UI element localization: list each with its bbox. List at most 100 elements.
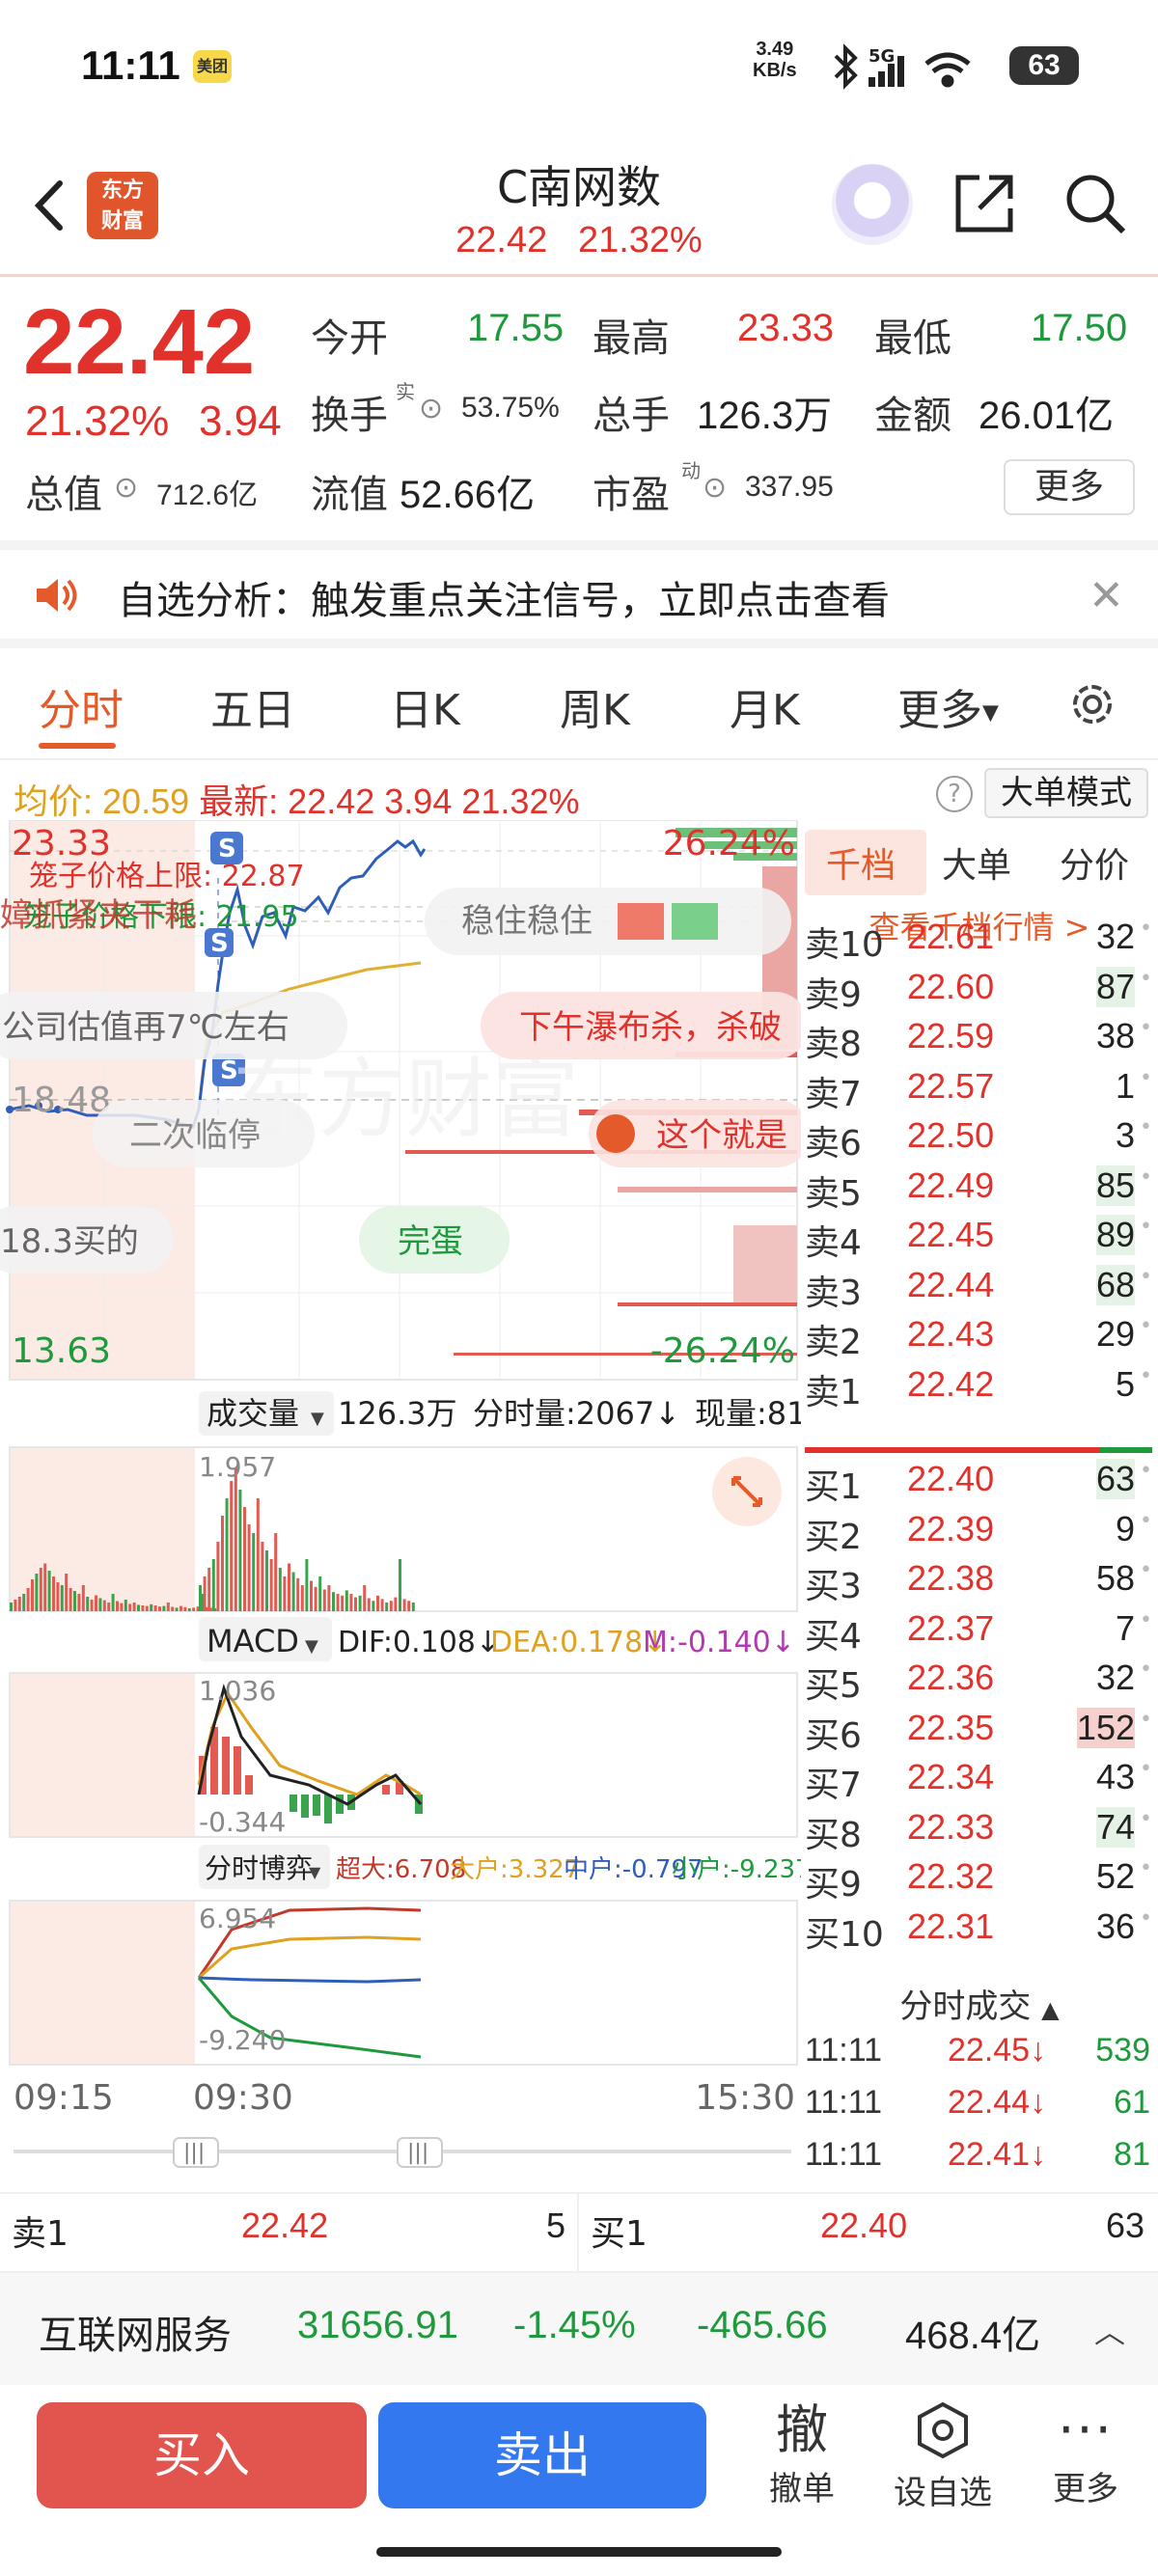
tab-daily-k[interactable]: 日K [390, 675, 460, 737]
volume-bar [145, 1605, 149, 1611]
flow-mid-line [198, 1976, 422, 1984]
add-watchlist-button[interactable]: 设自选 [880, 2398, 1006, 2513]
search-icon[interactable] [1062, 170, 1129, 237]
buy-row[interactable]: 买4 22.37 7 • [801, 1608, 1158, 1658]
time-end-label: 15:30 [695, 2078, 795, 2118]
buy-row[interactable]: 买1 22.40 63 • [801, 1459, 1158, 1509]
help-icon[interactable]: ? [936, 776, 973, 812]
sell-label: 卖1 [805, 1372, 862, 1412]
dot-icon: • [1140, 1806, 1152, 1831]
volume-bar [77, 1594, 81, 1611]
svg-text:现量:81: 现量:81 [695, 1395, 801, 1432]
danmaku-1: 稳住稳住 [461, 902, 593, 941]
network-type: 5G [868, 46, 895, 67]
sell-row[interactable]: 卖3 22.44 68 • [801, 1264, 1158, 1315]
sell-row[interactable]: 卖2 22.43 29 • [801, 1314, 1158, 1364]
volume-bar [207, 1568, 211, 1611]
chevron-up-icon[interactable]: ︿ [1094, 2308, 1125, 2352]
info-dot-icon[interactable]: ⊙ [419, 392, 443, 425]
more-actions-button[interactable]: ··· 更多 [1023, 2398, 1148, 2509]
sell-row[interactable]: 卖5 22.49 85 • [801, 1165, 1158, 1216]
dot-icon: • [1140, 1658, 1152, 1682]
tick-rows: 11:11 22.45↓ 539 11:11 22.44↓ 61 11:11 22.… [801, 2032, 1158, 2192]
buy-volume: 58 [1095, 1558, 1135, 1598]
cancel-order-label: 撤单 [769, 2470, 835, 2508]
tab-weekly-k[interactable]: 周K [560, 675, 630, 737]
sell-row[interactable]: 卖10 22.61 32 • [801, 917, 1158, 967]
buy-label: 买9 [805, 1865, 862, 1905]
sell-row[interactable]: 卖9 22.60 87 • [801, 966, 1158, 1017]
volume-bar [402, 1599, 406, 1611]
buy-row[interactable]: 买9 22.32 52 • [801, 1856, 1158, 1906]
buy-row[interactable]: 买10 22.31 36 • [801, 1906, 1158, 1957]
buy-row[interactable]: 买6 22.35 152 • [801, 1707, 1158, 1758]
sell-row[interactable]: 卖7 22.57 1 • [801, 1066, 1158, 1116]
tab-intraday[interactable]: 分时 [39, 675, 124, 737]
volume-bar [26, 1588, 30, 1611]
intraday-chart[interactable]: S S S 23.33 18.48 13.63 26.24% -26.24% 笼… [0, 820, 801, 2132]
svg-text:M:-0.140↓: M:-0.140↓ [643, 1626, 795, 1659]
sell-button[interactable]: 卖出 [378, 2402, 706, 2508]
info-dot-icon[interactable]: ⊙ [114, 471, 138, 505]
avg-value: 20.59 [102, 781, 190, 821]
volume-bar [187, 1608, 191, 1611]
buy-row[interactable]: 买7 22.34 43 • [801, 1757, 1158, 1807]
sell-volume: 68 [1095, 1264, 1135, 1305]
volume-bar [336, 1594, 340, 1611]
book-tab-depth[interactable]: 千档 [826, 837, 896, 888]
tabs-divider [0, 758, 1158, 760]
sector-index: 31656.91 [297, 2304, 458, 2346]
buy-row[interactable]: 买2 22.39 9 • [801, 1509, 1158, 1559]
sell-row[interactable]: 卖8 22.59 38 • [801, 1016, 1158, 1066]
sell-row[interactable]: 卖6 22.50 3 • [801, 1115, 1158, 1165]
assistant-robot-icon[interactable] [832, 164, 913, 245]
sell-row[interactable]: 卖1 22.42 5 • [801, 1364, 1158, 1414]
gear-icon[interactable] [1065, 677, 1119, 731]
amount-label: 金额 [874, 394, 951, 438]
tab-underline [39, 743, 116, 749]
volume-bar [102, 1600, 106, 1611]
buy-row[interactable]: 买5 22.36 32 • [801, 1658, 1158, 1708]
back-icon[interactable] [21, 172, 79, 239]
dot-icon: • [1140, 1016, 1152, 1040]
quote-more-button[interactable]: 更多 [1004, 459, 1135, 515]
buy-row[interactable]: 买3 22.38 58 • [801, 1558, 1158, 1608]
sell-price: 22.59 [907, 1016, 995, 1055]
cancel-order-button[interactable]: 撤 撤单 [739, 2398, 865, 2509]
sell-row[interactable]: 卖4 22.45 89 • [801, 1215, 1158, 1265]
latest-value: 22.42 [288, 781, 375, 821]
close-icon[interactable]: ✕ [1089, 571, 1124, 620]
buy-row[interactable]: 买8 22.33 74 • [801, 1806, 1158, 1857]
big-order-mode-button[interactable]: 大单模式 [984, 768, 1148, 818]
sector-name[interactable]: 互联网服务 [39, 2304, 232, 2360]
info-dot-icon[interactable]: ⊙ [703, 471, 727, 505]
buy-button[interactable]: 买入 [37, 2402, 367, 2508]
tab-monthly-k[interactable]: 月K [730, 675, 800, 737]
volume-label: 总手 [593, 394, 670, 438]
volume-bar [252, 1533, 256, 1611]
caret-up-icon: ▲ [1041, 1996, 1060, 2023]
status-time: 11:11 [81, 42, 180, 88]
tab-five-day[interactable]: 五日 [210, 675, 295, 737]
volume-bar [10, 1603, 13, 1611]
volume-bar [327, 1585, 331, 1611]
share-icon[interactable] [951, 170, 1018, 237]
open-label: 今开 [311, 316, 388, 361]
notice-text[interactable]: 自选分析：触发重点关注信号，立即点击查看 [118, 569, 890, 625]
volume-bar [47, 1571, 51, 1611]
volume-bar [234, 1467, 237, 1611]
book-tab-big-order[interactable]: 大单 [942, 837, 1011, 888]
volume-bar [90, 1600, 94, 1611]
tick-header[interactable]: 分时成交 ▲ [801, 1980, 1158, 2027]
volume-bar [345, 1590, 348, 1611]
avg-price-bar: 均价: 20.59 最新: 22.42 3.94 21.32% [14, 774, 579, 824]
flow-min-label: -9.240 [199, 2024, 286, 2056]
tab-more[interactable]: 更多▼ [897, 675, 999, 737]
dot-icon: • [1140, 1707, 1152, 1732]
sell-price: 22.60 [907, 966, 995, 1006]
chart-scroller[interactable]: ||| ||| [0, 2132, 801, 2190]
volume-bar [116, 1601, 119, 1611]
volume-bar [95, 1595, 97, 1611]
book-tab-price-dist[interactable]: 分价 [1060, 837, 1129, 888]
bq-buy-price: 22.40 [820, 2206, 908, 2245]
